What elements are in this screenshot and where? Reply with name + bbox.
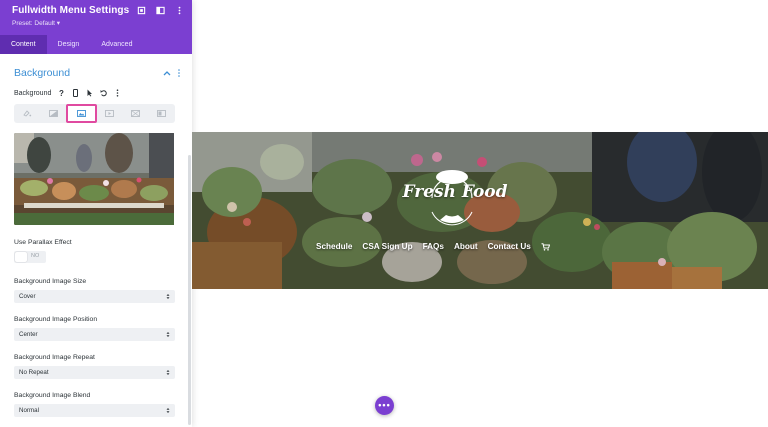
image-repeat-select[interactable]: No Repeat <box>14 366 175 379</box>
cart-icon[interactable] <box>541 242 550 251</box>
select-value: No Repeat <box>19 369 49 376</box>
settings-tabs: Content Design Advanced <box>0 35 192 54</box>
main-nav: Schedule CSA Sign Up FAQs About Contact … <box>316 242 550 251</box>
select-arrows-icon <box>166 408 170 413</box>
image-position-select[interactable]: Center <box>14 328 175 341</box>
sidebar-toggle-icon[interactable] <box>156 6 165 15</box>
select-value: Cover <box>19 293 36 300</box>
more-vertical-icon[interactable] <box>114 89 121 97</box>
image-size-label: Background Image Size <box>14 278 87 285</box>
bg-type-color[interactable] <box>14 104 40 123</box>
background-field-row: Background ? <box>0 87 192 99</box>
bg-type-mask[interactable] <box>149 104 175 123</box>
nav-item-schedule[interactable]: Schedule <box>316 242 352 251</box>
select-arrows-icon <box>166 294 170 299</box>
image-repeat-label: Background Image Repeat <box>14 354 95 361</box>
select-value: Center <box>19 331 38 338</box>
page-settings-button[interactable]: ••• <box>375 396 394 415</box>
bg-type-pattern[interactable] <box>123 104 149 123</box>
image-position-label: Background Image Position <box>14 316 98 323</box>
tab-content[interactable]: Content <box>0 35 47 54</box>
select-value: Normal <box>19 407 39 414</box>
nav-item-faqs[interactable]: FAQs <box>423 242 444 251</box>
tab-advanced[interactable]: Advanced <box>90 35 143 54</box>
fullwidth-menu-module[interactable]: Fresh Food Schedule CSA Sign Up FAQs Abo… <box>192 132 768 289</box>
toggle-state: NO <box>31 253 40 259</box>
settings-panel: Fullwidth Menu Settings Preset: Default … <box>0 0 192 427</box>
image-blend-select[interactable]: Normal <box>14 404 175 417</box>
select-arrows-icon <box>166 370 170 375</box>
section-title: Background <box>14 67 71 79</box>
video-icon <box>105 110 115 117</box>
bg-type-gradient[interactable] <box>40 104 66 123</box>
chevron-up-icon[interactable] <box>163 70 171 76</box>
image-icon <box>76 110 86 117</box>
background-type-tabs <box>14 104 175 123</box>
background-image-preview[interactable] <box>14 133 175 225</box>
expand-icon[interactable] <box>137 6 146 15</box>
pattern-icon <box>131 110 141 117</box>
nav-item-about[interactable]: About <box>454 242 478 251</box>
more-vertical-icon[interactable] <box>175 6 184 15</box>
field-tools: ? <box>58 89 121 97</box>
undo-icon[interactable] <box>100 89 108 97</box>
pointer-icon[interactable] <box>86 89 93 97</box>
help-icon[interactable]: ? <box>58 89 65 97</box>
mobile-icon[interactable] <box>72 89 79 97</box>
gradient-icon <box>48 110 58 117</box>
panel-header: Fullwidth Menu Settings Preset: Default … <box>0 0 192 35</box>
parallax-toggle[interactable]: NO <box>14 251 46 263</box>
market-photo-thumbnail <box>14 133 174 225</box>
select-arrows-icon <box>166 332 170 337</box>
logo-text: Fresh Food <box>402 182 508 202</box>
tab-design[interactable]: Design <box>47 35 91 54</box>
builder-app: Fullwidth Menu Settings Preset: Default … <box>0 0 768 427</box>
bg-type-image[interactable] <box>66 104 97 123</box>
toggle-knob <box>15 252 27 262</box>
panel-scrollbar[interactable] <box>188 155 191 425</box>
field-label: Background <box>14 89 52 97</box>
preset-selector[interactable]: Preset: Default ▾ <box>12 19 180 27</box>
nav-item-csa-sign-up[interactable]: CSA Sign Up <box>362 242 412 251</box>
more-icon: ••• <box>378 400 391 410</box>
header-icons <box>137 6 184 15</box>
image-size-select[interactable]: Cover <box>14 290 175 303</box>
more-vertical-icon[interactable] <box>178 69 180 77</box>
nav-item-contact-us[interactable]: Contact Us <box>488 242 531 251</box>
image-blend-label: Background Image Blend <box>14 392 91 399</box>
section-tools <box>163 69 180 77</box>
color-icon <box>22 110 31 117</box>
svg-text:?: ? <box>59 89 64 97</box>
bg-type-video[interactable] <box>97 104 123 123</box>
mask-icon <box>157 110 167 117</box>
background-section-header[interactable]: Background <box>0 66 192 80</box>
parallax-label: Use Parallax Effect <box>14 239 72 246</box>
